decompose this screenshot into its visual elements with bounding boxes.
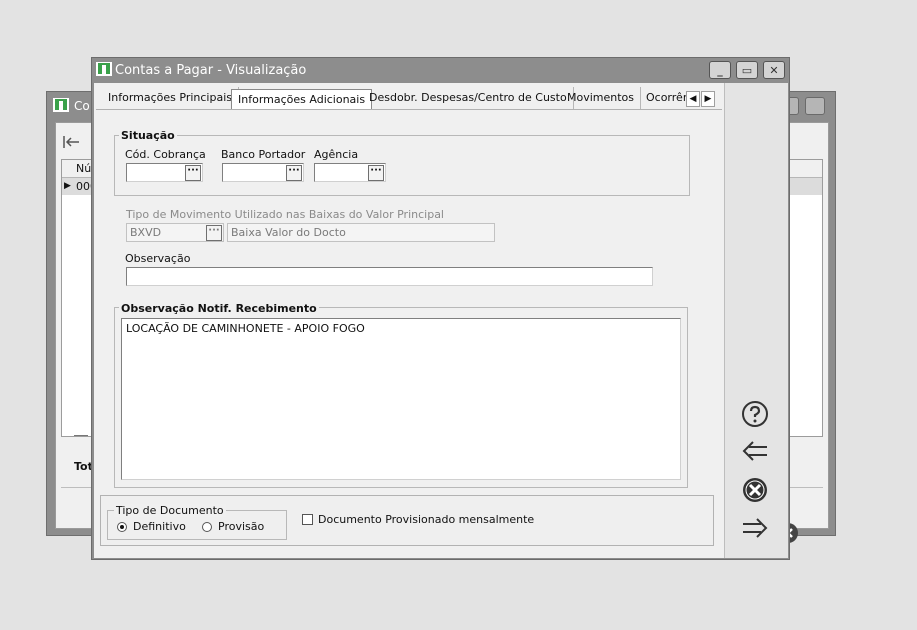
situacao-title: Situação	[119, 129, 177, 142]
documento-provisionado-label: Documento Provisionado mensalmente	[318, 513, 535, 526]
help-icon	[741, 400, 769, 431]
observacao-label: Observação	[125, 252, 191, 265]
observacao-field[interactable]	[126, 267, 653, 286]
back-arrow-icon	[741, 439, 769, 466]
tipo-movimento-lookup-button[interactable]: ···	[206, 225, 222, 241]
tab-scroll-right-button[interactable]: ▶	[701, 91, 715, 107]
tipo-movimento-description: Baixa Valor do Docto	[231, 226, 346, 239]
provisao-label: Provisão	[218, 520, 265, 533]
tab-informacoes-adicionais[interactable]: Informações Adicionais	[231, 89, 373, 110]
cod-cobranca-lookup-button[interactable]: ···	[185, 165, 201, 181]
contas-a-pagar-dialog: Contas a Pagar - Visualização _ ▭ ✕ Info…	[91, 57, 790, 560]
radio-definitivo[interactable]	[117, 522, 127, 532]
cod-cobranca-label: Cód. Cobrança	[125, 148, 206, 161]
tipo-movimento-description-field[interactable]: Baixa Valor do Docto	[227, 223, 495, 242]
tipo-movimento-code-field[interactable]: BXVD ···	[126, 223, 224, 242]
banco-portador-value	[223, 164, 229, 168]
documento-provisionado-checkbox[interactable]	[302, 514, 313, 525]
radio-provisao[interactable]	[202, 522, 212, 532]
background-window-title: Co	[74, 99, 90, 113]
banco-portador-lookup-button[interactable]: ···	[286, 165, 302, 181]
cod-cobranca-field[interactable]: ···	[126, 163, 203, 182]
cancel-icon	[741, 476, 769, 507]
tab-desdobr-despesas[interactable]: Desdobr. Despesas/Centro de Custo	[363, 87, 574, 109]
agencia-lookup-button[interactable]: ···	[368, 165, 384, 181]
agencia-field[interactable]: ···	[314, 163, 386, 182]
forward-button[interactable]	[739, 513, 771, 545]
observacao-value	[127, 268, 133, 272]
forward-arrow-icon	[741, 516, 769, 543]
side-button-panel	[724, 83, 788, 558]
tab-divider	[96, 109, 722, 110]
maximize-button[interactable]: ▭	[736, 61, 758, 79]
maximize-icon: ▭	[741, 63, 753, 77]
dialog-title: Contas a Pagar - Visualização	[115, 63, 307, 78]
app-icon	[96, 62, 112, 76]
row-pointer-icon: ▶	[64, 181, 71, 191]
app-icon	[53, 98, 69, 112]
definitivo-label: Definitivo	[133, 520, 186, 533]
close-button[interactable]: ✕	[763, 61, 785, 79]
first-record-icon[interactable]	[62, 133, 82, 151]
observacao-notif-text: LOCAÇÃO DE CAMINHONETE - APOIO FOGO	[126, 322, 365, 335]
back-button[interactable]	[739, 436, 771, 468]
triangle-left-icon: ◀	[689, 94, 697, 104]
tipo-movimento-label: Tipo de Movimento Utilizado nas Baixas d…	[126, 208, 444, 221]
help-button[interactable]	[739, 399, 771, 431]
triangle-right-icon: ▶	[704, 94, 712, 104]
minimize-button[interactable]: _	[709, 61, 731, 79]
minimize-icon: _	[717, 63, 723, 77]
tab-informacoes-principais[interactable]: Informações Principais	[102, 87, 239, 109]
dialog-content: Informações Principais Informações Adici…	[94, 83, 724, 558]
banco-portador-field[interactable]: ···	[222, 163, 304, 182]
tipo-movimento-code: BXVD	[130, 226, 162, 239]
background-close-button[interactable]	[805, 97, 825, 115]
observacao-notif-textarea[interactable]: LOCAÇÃO DE CAMINHONETE - APOIO FOGO	[121, 318, 681, 480]
tab-scroll-left-button[interactable]: ◀	[686, 91, 700, 107]
banco-portador-label: Banco Portador	[221, 148, 306, 161]
divider	[74, 435, 88, 436]
cod-cobranca-value	[127, 164, 133, 168]
cancel-button[interactable]	[739, 475, 771, 507]
tab-movimentos[interactable]: Movimentos	[561, 87, 642, 109]
tipo-documento-title: Tipo de Documento	[114, 504, 226, 517]
agencia-value	[315, 164, 321, 168]
close-icon: ✕	[769, 63, 779, 77]
agencia-label: Agência	[314, 148, 359, 161]
observacao-notif-title: Observação Notif. Recebimento	[119, 302, 319, 315]
